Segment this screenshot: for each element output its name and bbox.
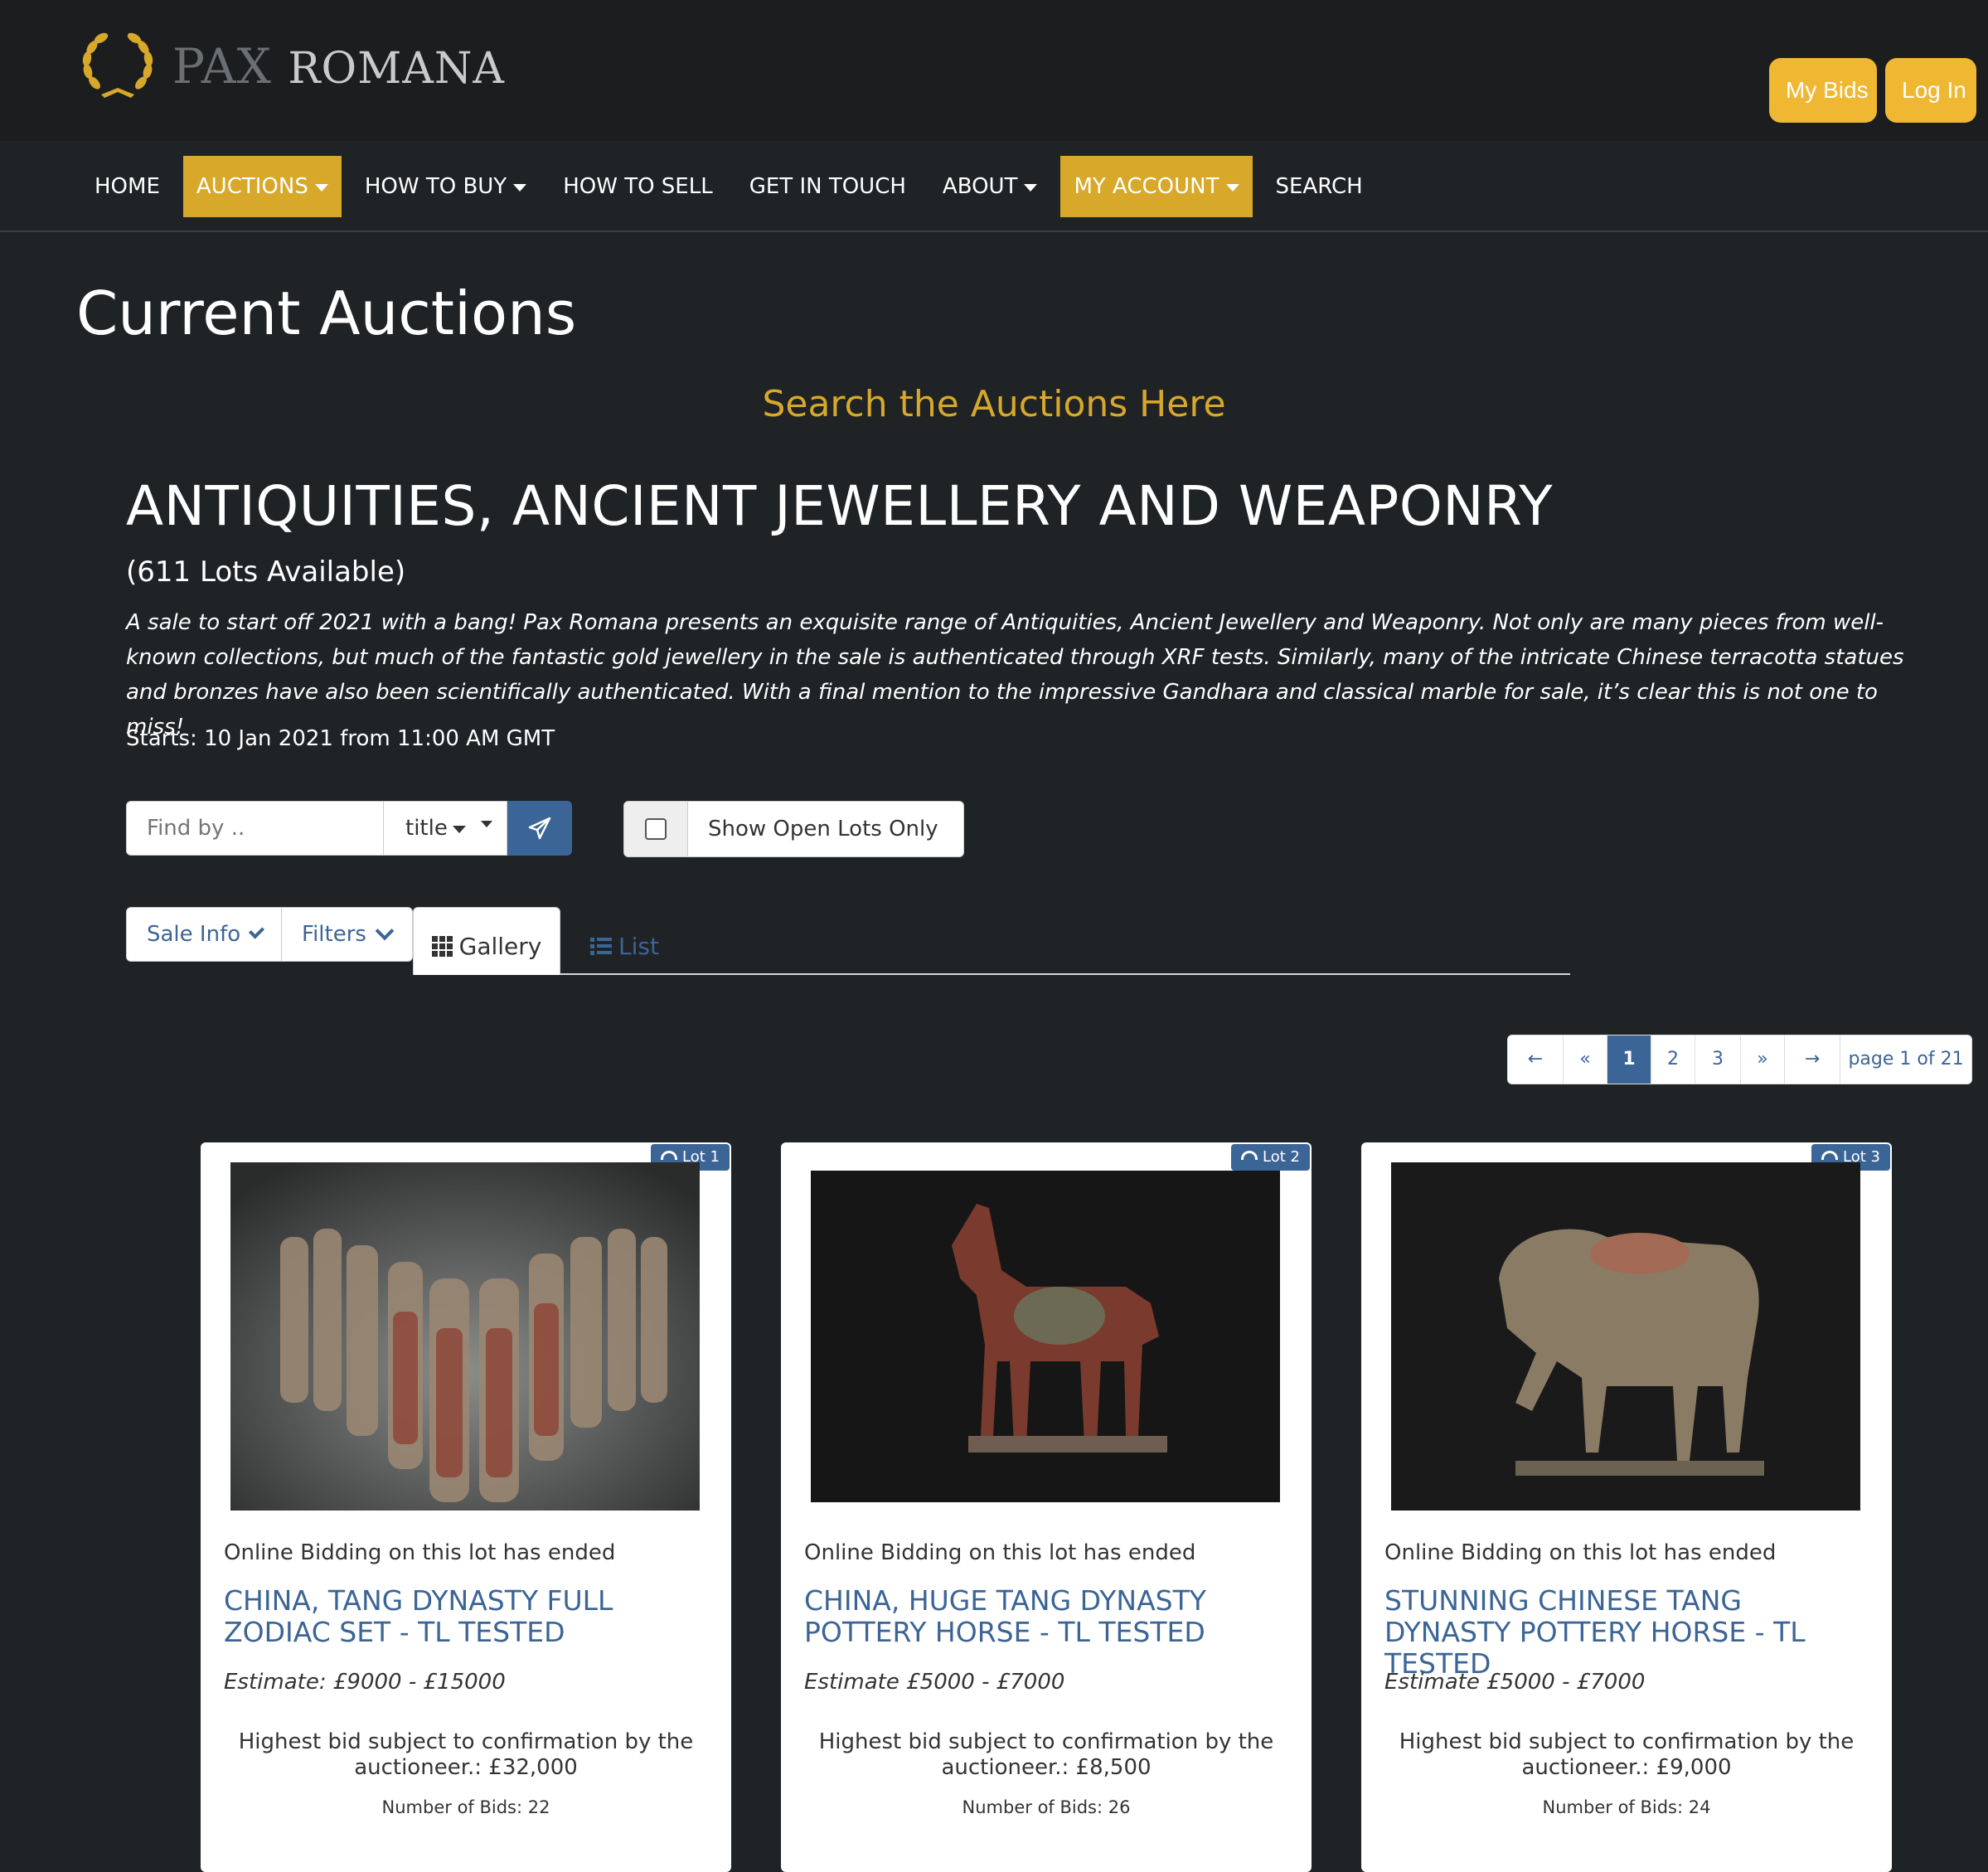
logo-wordmark: PAX ROMANA: [172, 38, 505, 95]
lot-estimate: Estimate £5000 - £7000: [804, 1670, 1065, 1695]
site-header: PAX ROMANA My Bids Log In: [0, 0, 1988, 141]
nav-how-to-buy-label: HOW TO BUY: [364, 174, 507, 199]
sale-title: ANTIQUITIES, ANCIENT JEWELLERY AND WEAPO…: [126, 474, 1554, 538]
chevron-down-icon: [249, 923, 265, 939]
filters-label: Filters: [302, 922, 366, 947]
nav-my-account[interactable]: MY ACCOUNT: [1060, 156, 1253, 217]
number-of-bids: Number of Bids: 26: [962, 1797, 1131, 1817]
live-bidding-icon: [1821, 1151, 1839, 1160]
search-auctions-link: Search the Auctions Here: [0, 383, 1988, 425]
find-by-input[interactable]: [126, 801, 383, 856]
caret-down-icon: [314, 184, 328, 192]
caret-down-icon: [1225, 184, 1239, 192]
pagination-last[interactable]: »: [1741, 1035, 1785, 1084]
find-lot-group: title: [126, 801, 572, 856]
pagination-page-2[interactable]: 2: [1651, 1035, 1695, 1084]
open-lots-checkbox[interactable]: [645, 818, 667, 840]
live-bidding-icon: [1241, 1151, 1258, 1160]
lot-card[interactable]: Lot 3 Online Bidding on this lot has end…: [1361, 1142, 1892, 1872]
nav-search-label: SEARCH: [1275, 174, 1363, 199]
grid-icon: [431, 936, 453, 957]
highest-bid: Highest bid subject to confirmation by t…: [238, 1729, 694, 1780]
lot-image[interactable]: [230, 1162, 700, 1511]
tab-gallery[interactable]: Gallery: [413, 907, 560, 975]
lot-estimate: Estimate: £9000 - £15000: [224, 1670, 506, 1695]
log-in-button[interactable]: Log In: [1885, 58, 1976, 123]
chevron-down-icon: [375, 921, 395, 941]
nav-search[interactable]: SEARCH: [1263, 156, 1376, 217]
pagination: ← « 1 2 3 » → page 1 of 21: [1507, 1035, 1972, 1084]
bidding-status: Online Bidding on this lot has ended: [1384, 1540, 1777, 1565]
list-icon: [590, 935, 612, 958]
pagination-first[interactable]: «: [1564, 1035, 1607, 1084]
tabs-underline: [413, 973, 1570, 975]
lot-title[interactable]: STUNNING CHINESE TANG DYNASTY POTTERY HO…: [1384, 1585, 1874, 1680]
lot-badge: Lot 2: [1231, 1144, 1310, 1171]
number-of-bids: Number of Bids: 24: [1542, 1797, 1711, 1817]
filters-button[interactable]: Filters: [282, 907, 413, 962]
lot-title[interactable]: CHINA, HUGE TANG DYNASTY POTTERY HORSE -…: [804, 1585, 1293, 1648]
lots-available: (611 Lots Available): [126, 555, 406, 589]
caret-down-icon: [513, 184, 527, 192]
tab-list[interactable]: List: [590, 907, 659, 975]
nav-about[interactable]: ABOUT: [929, 156, 1051, 217]
find-field-select[interactable]: title: [383, 801, 507, 856]
nav-home[interactable]: HOME: [81, 156, 173, 217]
nav-get-in-touch[interactable]: GET IN TOUCH: [736, 156, 919, 217]
find-field-value: title: [405, 816, 448, 841]
laurel-wreath-icon: [82, 32, 153, 98]
bidding-status: Online Bidding on this lot has ended: [224, 1540, 616, 1565]
nav-home-label: HOME: [95, 174, 160, 199]
main-navigation: HOME AUCTIONS HOW TO BUY HOW TO SELL GET…: [0, 141, 1988, 232]
number-of-bids: Number of Bids: 22: [381, 1797, 550, 1817]
lot-estimate: Estimate £5000 - £7000: [1384, 1670, 1646, 1695]
lot-card[interactable]: Lot 1 Online Bidding on this lot has end…: [201, 1142, 731, 1872]
lot-image[interactable]: [811, 1171, 1280, 1502]
search-auctions-link-text[interactable]: Search the Auctions Here: [762, 383, 1225, 425]
live-bidding-icon: [661, 1151, 678, 1160]
lot-image[interactable]: [1391, 1162, 1860, 1511]
tab-gallery-label: Gallery: [458, 933, 542, 960]
site-logo[interactable]: PAX ROMANA: [76, 25, 505, 108]
sale-info-button[interactable]: Sale Info: [126, 907, 282, 962]
page-title: Current Auctions: [76, 279, 577, 348]
pagination-next[interactable]: →: [1785, 1035, 1840, 1084]
lot-card[interactable]: Lot 2 Online Bidding on this lot has end…: [781, 1142, 1312, 1872]
pagination-page-of: page 1 of 21: [1848, 1049, 1964, 1069]
my-bids-button[interactable]: My Bids: [1769, 58, 1877, 123]
nav-how-to-buy[interactable]: HOW TO BUY: [352, 156, 540, 217]
lot-badge-label: Lot 2: [1263, 1148, 1300, 1166]
tab-list-label: List: [618, 932, 659, 960]
nav-get-in-touch-label: GET IN TOUCH: [749, 174, 906, 199]
logo-romana: ROMANA: [288, 44, 505, 94]
view-tabs: Sale Info Filters Gallery List: [126, 907, 1570, 975]
show-open-lots-toggle: Show Open Lots Only: [623, 801, 964, 857]
nav-how-to-sell-label: HOW TO SELL: [563, 174, 713, 199]
nav-about-label: ABOUT: [942, 174, 1018, 199]
search-submit-button[interactable]: [507, 801, 572, 856]
sale-info-label: Sale Info: [147, 922, 241, 947]
caret-down-icon: [452, 826, 466, 833]
pagination-prev[interactable]: ←: [1508, 1035, 1564, 1084]
nav-auctions-label: AUCTIONS: [196, 174, 308, 199]
highest-bid: Highest bid subject to confirmation by t…: [1399, 1729, 1855, 1780]
sale-description: A sale to start off 2021 with a bang! Pa…: [126, 610, 1904, 740]
bidding-status: Online Bidding on this lot has ended: [804, 1540, 1196, 1565]
auth-buttons: My Bids Log In: [1769, 58, 1976, 123]
lot-title[interactable]: CHINA, TANG DYNASTY FULL ZODIAC SET - TL…: [224, 1585, 713, 1648]
select-arrow-icon: [480, 821, 492, 827]
pagination-page-1[interactable]: 1: [1607, 1035, 1651, 1084]
nav-my-account-label: MY ACCOUNT: [1074, 174, 1219, 199]
nav-auctions[interactable]: AUCTIONS: [182, 156, 342, 217]
sale-start-time: Starts: 10 Jan 2021 from 11:00 AM GMT: [126, 726, 555, 751]
open-lots-checkbox-wrap: [624, 802, 688, 856]
pagination-page-3[interactable]: 3: [1695, 1035, 1741, 1084]
logo-pax: PAX: [172, 38, 272, 95]
show-open-lots-label[interactable]: Show Open Lots Only: [688, 802, 963, 856]
caret-down-icon: [1024, 184, 1038, 192]
paper-plane-icon: [528, 817, 551, 840]
highest-bid: Highest bid subject to confirmation by t…: [818, 1729, 1274, 1780]
nav-how-to-sell[interactable]: HOW TO SELL: [550, 156, 726, 217]
